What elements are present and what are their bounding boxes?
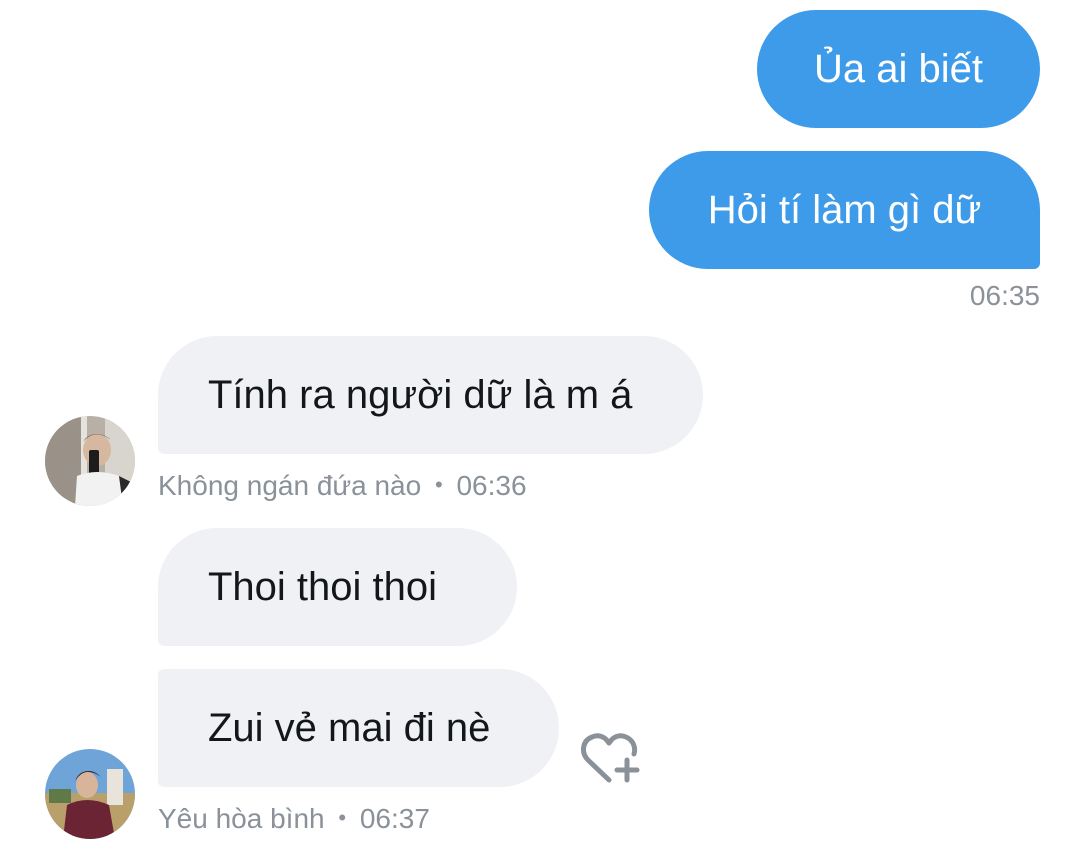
sender-meta: Yêu hòa bình • 06:37 — [158, 805, 430, 833]
incoming-message[interactable]: Tính ra người dữ là m á — [158, 336, 703, 454]
separator-dot: • — [338, 805, 347, 830]
profile-photo-icon — [45, 749, 135, 839]
message-text: Hỏi tí làm gì dữ — [707, 188, 982, 232]
add-reaction-button[interactable] — [580, 730, 642, 793]
message-timestamp: 06:37 — [359, 803, 430, 834]
outgoing-message[interactable]: Hỏi tí làm gì dữ — [649, 151, 1040, 269]
separator-dot: • — [434, 472, 443, 497]
outgoing-message[interactable]: Ủa ai biết — [757, 10, 1040, 128]
incoming-message[interactable]: Thoi thoi thoi — [158, 528, 517, 646]
message-text: Ủa ai biết — [814, 47, 983, 91]
incoming-message[interactable]: Zui vẻ mai đi nè — [158, 669, 559, 787]
message-text: Thoi thoi thoi — [208, 565, 438, 609]
avatar[interactable] — [45, 416, 135, 506]
message-timestamp: 06:36 — [456, 470, 527, 501]
outgoing-timestamp: 06:35 — [969, 280, 1040, 311]
message-text: Tính ra người dữ là m á — [208, 373, 633, 417]
sender-name: Không ngán đứa nào — [158, 470, 422, 501]
avatar[interactable] — [45, 749, 135, 839]
heart-plus-icon — [581, 733, 640, 783]
profile-photo-icon — [45, 416, 135, 506]
sender-meta: Không ngán đứa nào • 06:36 — [158, 472, 527, 500]
message-text: Zui vẻ mai đi nè — [208, 706, 491, 750]
sender-name: Yêu hòa bình — [158, 803, 325, 834]
